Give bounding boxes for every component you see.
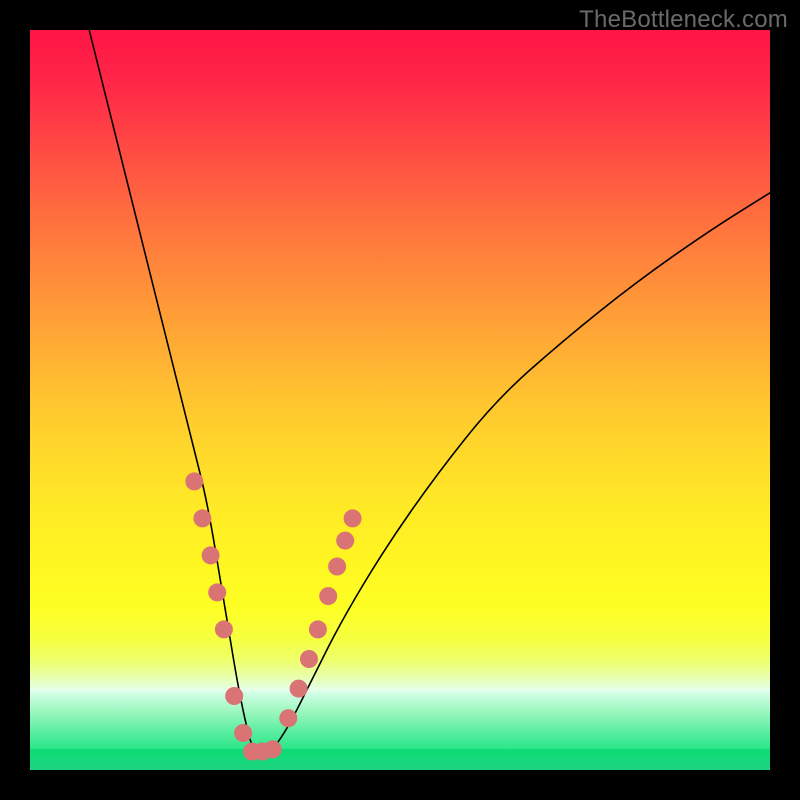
highlight-dot — [344, 509, 362, 527]
watermark-text: TheBottleneck.com — [579, 6, 788, 34]
highlight-dot — [185, 472, 203, 490]
curve-layer — [30, 30, 770, 770]
highlight-dot — [264, 740, 282, 758]
bottleneck-curve — [89, 30, 770, 755]
highlight-dot — [202, 546, 220, 564]
highlight-dots — [185, 472, 361, 760]
highlight-dot — [208, 583, 226, 601]
highlight-dot — [234, 724, 252, 742]
highlight-dot — [328, 558, 346, 576]
highlight-dot — [300, 650, 318, 668]
highlight-dot — [215, 620, 233, 638]
plot-area — [30, 30, 770, 770]
highlight-dot — [193, 509, 211, 527]
highlight-dot — [309, 620, 327, 638]
highlight-dot — [225, 687, 243, 705]
highlight-dot — [336, 532, 354, 550]
highlight-dot — [319, 587, 337, 605]
chart-frame: TheBottleneck.com — [0, 0, 800, 800]
highlight-dot — [290, 680, 308, 698]
highlight-dot — [279, 709, 297, 727]
